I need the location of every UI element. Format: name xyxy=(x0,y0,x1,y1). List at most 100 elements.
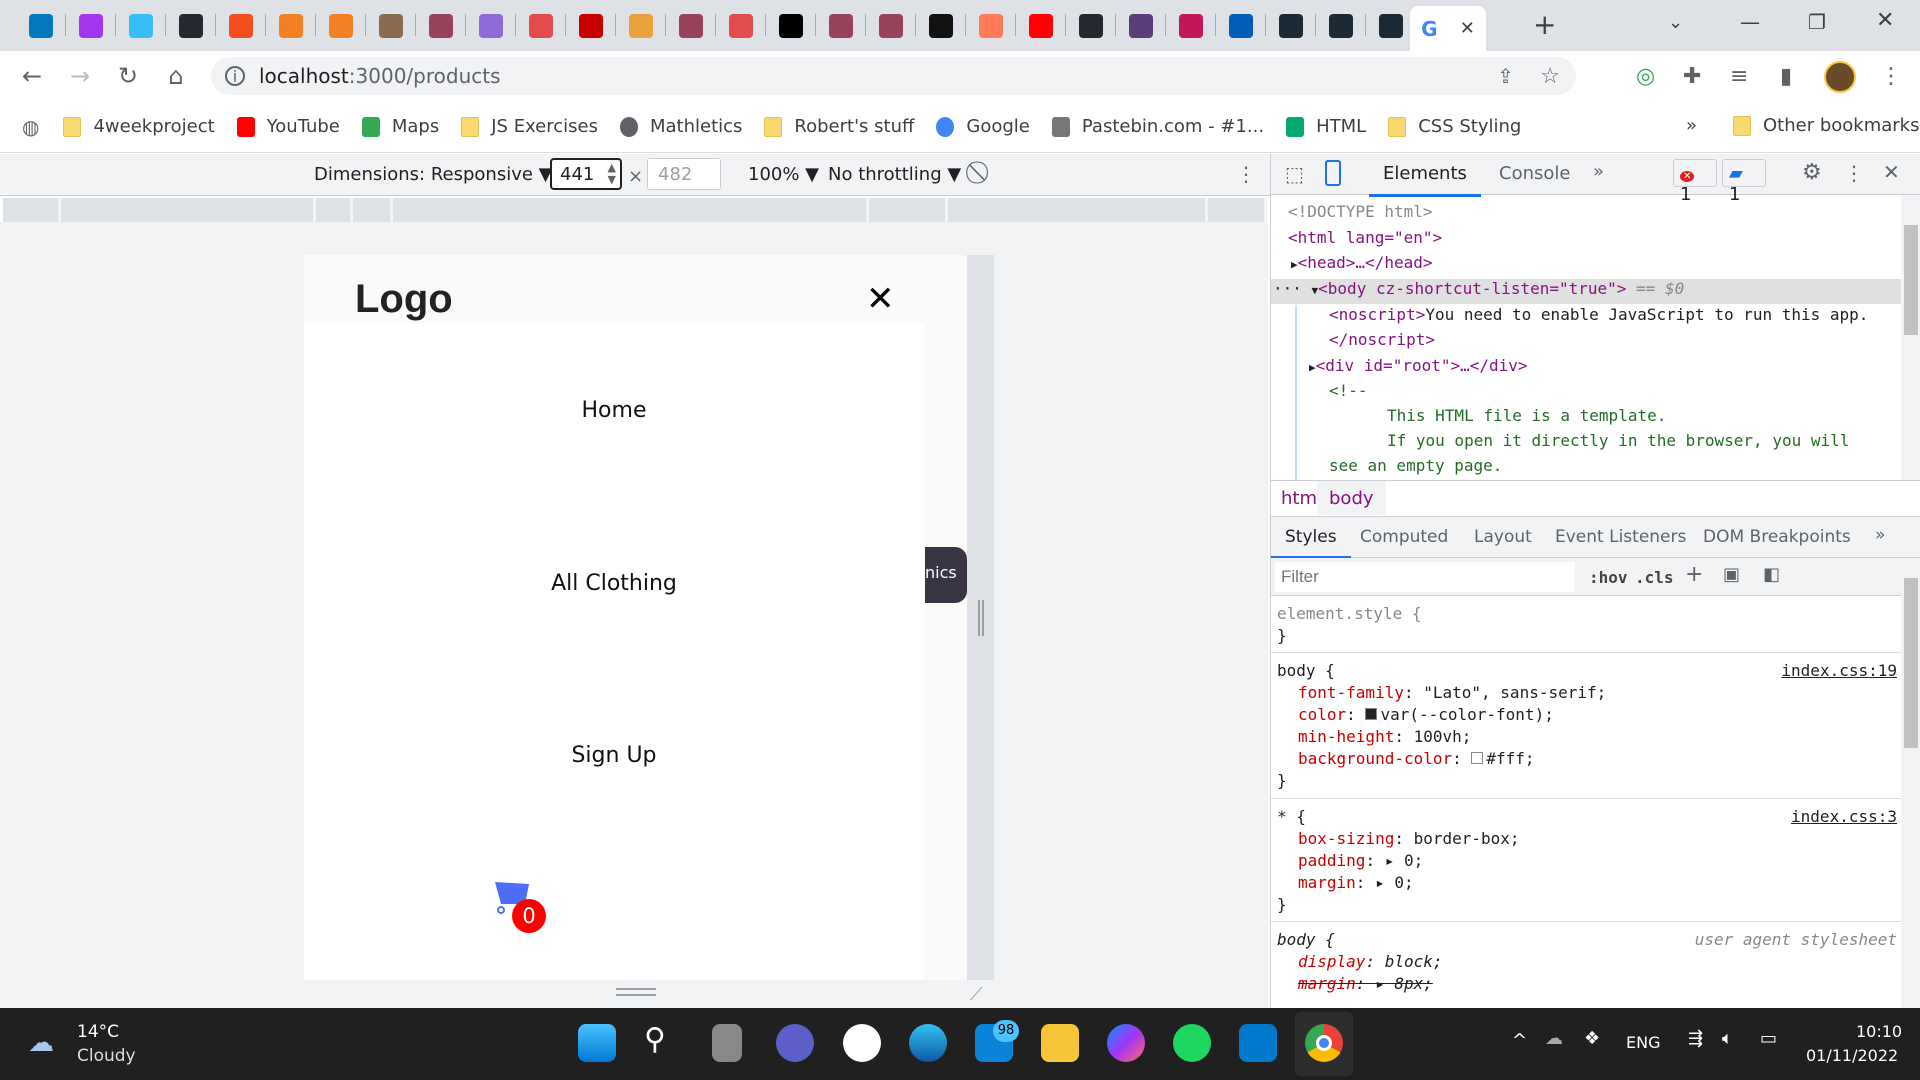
weather-cloud-icon[interactable]: ☁ xyxy=(28,1028,54,1058)
body-rule-source-link[interactable]: index.css:19 xyxy=(1781,661,1897,680)
battery-icon[interactable]: ▭ xyxy=(1760,1028,1777,1049)
close-window-button[interactable]: ✕ xyxy=(1876,8,1894,33)
extensions-puzzle-icon[interactable]: ✚ xyxy=(1683,64,1701,89)
hov-toggle[interactable]: :hov xyxy=(1589,568,1628,587)
browser-tab[interactable] xyxy=(166,0,216,51)
browser-tab[interactable] xyxy=(1316,0,1366,51)
bookmark-item[interactable]: JS Exercises xyxy=(461,116,598,137)
logo[interactable]: Logo xyxy=(355,277,453,322)
browser-tab[interactable] xyxy=(966,0,1016,51)
css-property[interactable]: box-sizing: border-box; xyxy=(1298,829,1520,848)
weather-condition[interactable]: Cloudy xyxy=(77,1046,136,1066)
styles-filter-input[interactable] xyxy=(1275,562,1575,592)
home-button[interactable]: ⌂ xyxy=(152,62,200,90)
star-rule-selector[interactable]: * { xyxy=(1277,807,1306,826)
browser-tab[interactable] xyxy=(766,0,816,51)
color-swatch[interactable] xyxy=(1365,708,1378,720)
close-menu-icon[interactable]: ✕ xyxy=(866,279,895,319)
paint-roller-icon[interactable]: ▣ xyxy=(1723,564,1740,585)
tab-search-chevron-icon[interactable]: ⌄ xyxy=(1668,12,1683,33)
category-tab-peek[interactable]: nics xyxy=(925,547,967,603)
browser-tab[interactable] xyxy=(316,0,366,51)
tab-computed[interactable]: Computed xyxy=(1360,527,1448,547)
bookmarks-overflow-button[interactable]: » xyxy=(1686,115,1697,136)
browser-tab[interactable] xyxy=(616,0,666,51)
tab-styles[interactable]: Styles xyxy=(1271,527,1351,559)
new-tab-button[interactable]: + xyxy=(1533,8,1556,41)
css-property[interactable]: padding: ▸ 0; xyxy=(1298,851,1423,870)
browser-tab[interactable] xyxy=(866,0,916,51)
volume-icon[interactable]: 🔈︎ xyxy=(1722,1028,1733,1049)
dimensions-dropdown[interactable]: Dimensions: Responsive ▼ xyxy=(314,164,553,185)
dropbox-icon[interactable]: ❖ xyxy=(1584,1028,1600,1049)
other-bookmarks-folder[interactable]: Other bookmarks xyxy=(1733,115,1919,136)
browser-tab[interactable] xyxy=(666,0,716,51)
dom-scrollbar[interactable] xyxy=(1901,195,1920,480)
browser-tab[interactable] xyxy=(466,0,516,51)
tab-event-listeners[interactable]: Event Listeners xyxy=(1555,527,1686,547)
color-swatch[interactable] xyxy=(1471,752,1484,764)
close-devtools-icon[interactable]: ✕ xyxy=(1883,160,1900,184)
device-toggle-icon[interactable] xyxy=(1325,160,1341,186)
vscode-icon[interactable] xyxy=(1239,1024,1277,1062)
settings-gear-icon[interactable]: ⚙ xyxy=(1802,160,1822,185)
browser-tab[interactable] xyxy=(1266,0,1316,51)
width-input[interactable]: 441 ▲ ▼ xyxy=(550,158,622,190)
tab-console[interactable]: Console xyxy=(1499,163,1570,184)
browser-tab[interactable] xyxy=(1216,0,1266,51)
css-property[interactable]: display: block; xyxy=(1298,952,1443,971)
weather-temp[interactable]: 14°C xyxy=(77,1022,119,1042)
chrome-taskbar-active[interactable] xyxy=(1295,1012,1353,1076)
height-input[interactable]: 482 xyxy=(647,158,721,190)
viewport-right-resize-strip[interactable] xyxy=(967,255,994,980)
language-indicator[interactable]: ENG xyxy=(1626,1033,1660,1052)
breadcrumb-html[interactable]: html xyxy=(1281,488,1322,509)
browser-tab[interactable] xyxy=(216,0,266,51)
clock-date[interactable]: 01/11/2022 xyxy=(1806,1046,1898,1065)
start-button[interactable] xyxy=(578,1024,616,1062)
styles-scrollbar[interactable] xyxy=(1901,558,1920,1008)
zoom-dropdown[interactable]: 100% ▼ xyxy=(748,164,819,185)
site-info-icon[interactable]: i xyxy=(225,66,245,86)
active-tab[interactable]: G ✕ xyxy=(1410,6,1486,51)
dom-root-node[interactable]: ▶<div id="root">…</div> xyxy=(1309,356,1528,375)
css-property[interactable]: margin: ▸ 8px; xyxy=(1298,974,1433,993)
corner-resize-handle[interactable]: ⟋ xyxy=(970,984,983,1005)
dom-doctype[interactable]: <!DOCTYPE html> xyxy=(1288,202,1433,221)
dom-body-node[interactable]: ··· ▼<body cz-shortcut-listen="true"> ==… xyxy=(1273,279,1684,298)
extension-grammarly-icon[interactable]: ◎ xyxy=(1636,64,1655,89)
browser-tab[interactable] xyxy=(116,0,166,51)
slack-icon[interactable] xyxy=(843,1024,881,1062)
close-tab-icon[interactable]: ✕ xyxy=(1460,18,1475,39)
browser-tab[interactable] xyxy=(416,0,466,51)
error-count-button[interactable]: ✕ 1 xyxy=(1673,159,1717,205)
inspect-element-icon[interactable]: ⬚ xyxy=(1285,162,1304,186)
tab-dom-breakpoints[interactable]: DOM Breakpoints xyxy=(1703,527,1851,547)
browser-tab[interactable] xyxy=(716,0,766,51)
spotify-icon[interactable] xyxy=(1173,1024,1211,1062)
bookmark-item[interactable]: Maps xyxy=(361,116,439,137)
show-hidden-icons[interactable]: ^ xyxy=(1512,1030,1527,1051)
star-rule-source-link[interactable]: index.css:3 xyxy=(1791,807,1897,826)
media-query-bar[interactable] xyxy=(3,198,1267,222)
bookmark-item[interactable]: Mathletics xyxy=(619,116,742,137)
browser-tab[interactable] xyxy=(1066,0,1116,51)
side-panel-icon[interactable]: ▮ xyxy=(1780,64,1792,89)
browser-tab[interactable] xyxy=(816,0,866,51)
bookmark-item[interactable]: Google xyxy=(936,116,1030,137)
nav-sign-up[interactable]: Sign Up xyxy=(304,743,924,768)
message-count-button[interactable]: ▰ 1 xyxy=(1722,159,1766,205)
ua-rule-selector[interactable]: body { xyxy=(1277,930,1335,949)
share-icon[interactable]: ⇪ xyxy=(1497,64,1514,88)
browser-tab[interactable] xyxy=(916,0,966,51)
dom-html-node[interactable]: <html lang="en"> xyxy=(1288,228,1442,247)
forward-button[interactable]: → xyxy=(56,62,104,90)
edge-icon[interactable] xyxy=(909,1024,947,1062)
network-icon[interactable]: ⇶ xyxy=(1688,1028,1703,1049)
bookmark-item[interactable]: Robert's stuff xyxy=(764,116,914,137)
onedrive-error-icon[interactable]: ☁ xyxy=(1545,1028,1563,1049)
body-rule-selector[interactable]: body { xyxy=(1277,661,1335,680)
nav-all-clothing[interactable]: All Clothing xyxy=(304,571,924,596)
browser-tab[interactable] xyxy=(1116,0,1166,51)
device-more-options-icon[interactable]: ⋮ xyxy=(1236,162,1256,186)
